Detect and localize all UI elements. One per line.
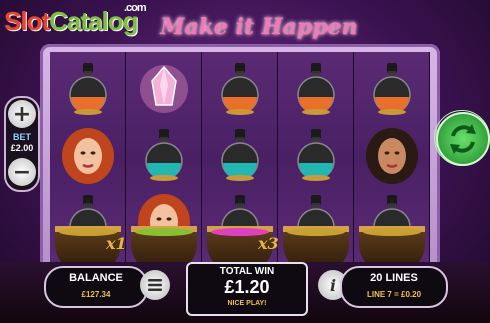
- symbol-potion-teal: [126, 124, 201, 186]
- crystal-gem-icon: [139, 65, 188, 113]
- spin-arrows-icon: [450, 124, 476, 154]
- multiplier-x3: x3: [258, 234, 279, 253]
- symbol-potion-orange: [50, 58, 125, 120]
- potion-orange-icon: [68, 63, 107, 115]
- minus-icon[interactable]: −: [8, 158, 36, 186]
- potion-orange-icon: [372, 63, 411, 115]
- symbol-potion-teal: [278, 124, 353, 186]
- potion-teal-icon: [296, 129, 335, 181]
- lines-panel: 20 LINES LINE 7 = £0.20: [340, 266, 448, 308]
- symbol-potion-orange: [202, 58, 277, 120]
- symbol-potion-teal: [202, 124, 277, 186]
- menu-icon[interactable]: [140, 270, 170, 300]
- potion-orange-icon: [296, 63, 335, 115]
- spin-button[interactable]: [436, 112, 490, 166]
- bet-panel: + BET £2.00 −: [4, 96, 40, 192]
- symbol-crystal-gem: [126, 58, 201, 120]
- cauldron-liquid: [363, 228, 421, 236]
- lines-detail: LINE 7 = £0.20: [366, 290, 422, 299]
- balance-value: £127.34: [81, 290, 111, 299]
- bet-label: BET: [13, 132, 31, 142]
- symbol-potion-orange: [354, 58, 429, 120]
- total-win-box: TOTAL WIN £1.20 NICE PLAY!: [186, 262, 308, 316]
- lines-label: 20 LINES: [370, 272, 418, 284]
- total-win-label: TOTAL WIN: [219, 266, 275, 277]
- balance-panel: BALANCE £127.34: [44, 266, 148, 308]
- multiplier-x1: x1: [106, 234, 127, 253]
- plus-icon[interactable]: +: [8, 100, 36, 128]
- potion-teal-icon: [220, 129, 259, 181]
- total-win-message: NICE PLAY!: [227, 300, 267, 307]
- symbol-woman-red-hair: [50, 124, 125, 186]
- symbol-potion-orange: [278, 58, 353, 120]
- symbol-woman-dark-hair: [354, 124, 429, 186]
- potion-orange-icon: [220, 63, 259, 115]
- balance-label: BALANCE: [69, 272, 123, 284]
- woman-dark-hair-icon: [365, 128, 418, 184]
- info-glyph: i: [329, 275, 337, 295]
- total-win-value: £1.20: [224, 277, 270, 297]
- menu-icon-glyph: [148, 279, 162, 291]
- woman-red-hair-icon: [61, 128, 114, 184]
- watermark-com: .com: [124, 2, 147, 14]
- bet-value: £2.00: [10, 143, 34, 153]
- cauldron-liquid: [135, 228, 193, 236]
- cauldron-liquid: [287, 228, 345, 236]
- game-title: Make it Happen: [160, 14, 358, 40]
- watermark: SlotCatalog .com: [4, 2, 147, 37]
- watermark-slot: Slot: [4, 6, 50, 36]
- potion-teal-icon: [144, 129, 183, 181]
